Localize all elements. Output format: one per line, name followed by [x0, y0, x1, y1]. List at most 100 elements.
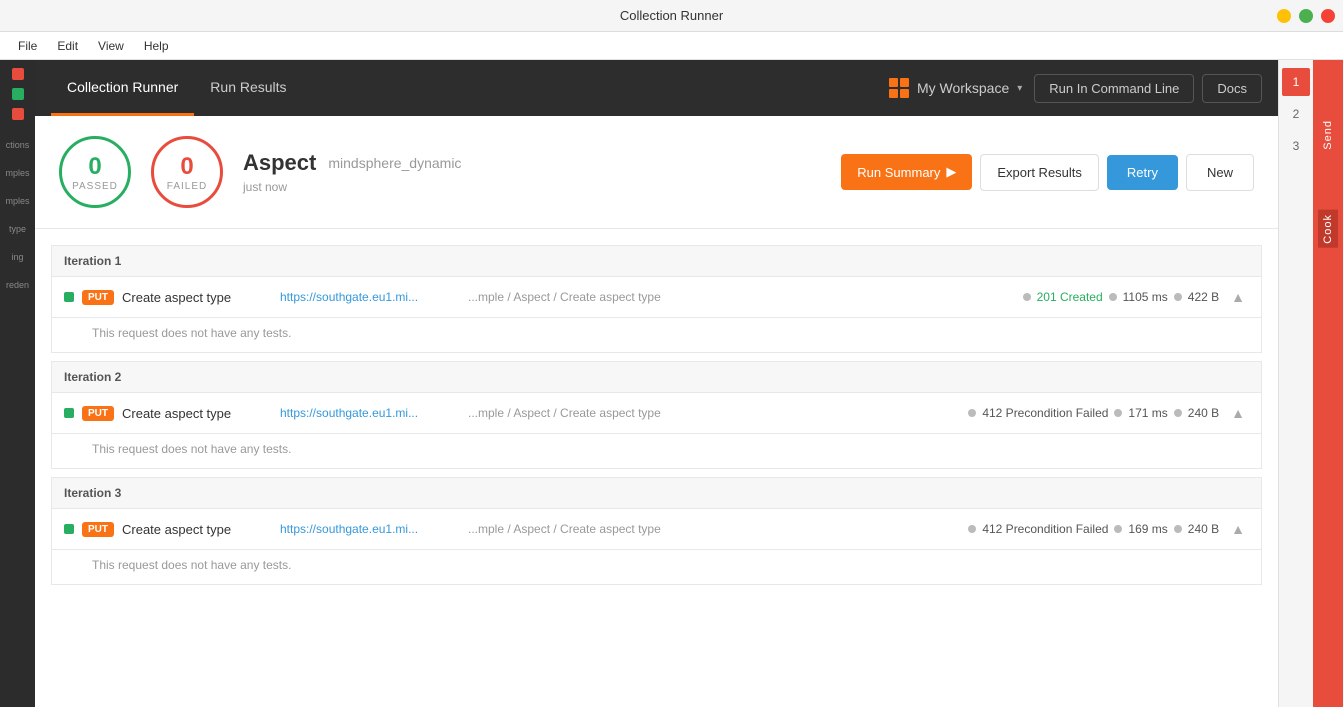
menu-file[interactable]: File	[8, 35, 47, 57]
request-size: 240 B	[1188, 406, 1219, 420]
iteration-header-2: Iteration 2	[51, 361, 1262, 392]
size-indicator	[1174, 409, 1182, 417]
table-row: PUT Create aspect type https://southgate…	[51, 508, 1262, 550]
new-button[interactable]: New	[1186, 154, 1254, 191]
retry-button[interactable]: Retry	[1107, 155, 1178, 190]
time-indicator	[1114, 525, 1122, 533]
sidebar-label-1: ctions	[6, 140, 30, 150]
tab-collection-runner[interactable]: Collection Runner	[51, 60, 194, 116]
collection-name: mindsphere_dynamic	[328, 155, 461, 171]
menu-help[interactable]: Help	[134, 35, 179, 57]
runner-content: 0 PASSED 0 FAILED Aspect mindsphere_dyna…	[35, 116, 1278, 707]
status-indicator	[968, 409, 976, 417]
cookies-label: Cook	[1318, 210, 1338, 248]
window-title: Collection Runner	[620, 8, 723, 23]
time-indicator	[1114, 409, 1122, 417]
menu-bar: File Edit View Help	[0, 32, 1343, 60]
method-badge: PUT	[82, 290, 114, 305]
request-path: ...mple / Aspect / Create aspect type	[468, 290, 1015, 304]
request-size: 240 B	[1188, 522, 1219, 536]
run-summary-button[interactable]: Run Summary ▶	[841, 154, 972, 190]
sidebar-label-5: ing	[11, 252, 23, 262]
request-path: ...mple / Aspect / Create aspect type	[468, 522, 960, 536]
collapse-button[interactable]: ▲	[1227, 519, 1249, 539]
time-indicator	[1109, 293, 1117, 301]
sidebar-label-3: mples	[5, 196, 29, 206]
passed-label: PASSED	[72, 181, 118, 192]
status-dot	[64, 408, 74, 418]
menu-view[interactable]: View	[88, 35, 134, 57]
title-bar: Collection Runner − □ ×	[0, 0, 1343, 32]
request-url[interactable]: https://southgate.eu1.mi...	[280, 290, 460, 304]
workspace-selector[interactable]: My Workspace ▾	[877, 72, 1034, 104]
sidebar-dot-green	[12, 88, 24, 100]
status-indicator	[968, 525, 976, 533]
iteration-section-2: Iteration 2 PUT Create aspect type https…	[51, 361, 1262, 469]
request-meta: 412 Precondition Failed 171 ms 240 B	[968, 406, 1219, 420]
sidebar-label-2: mples	[5, 168, 29, 178]
request-meta: 201 Created 1105 ms 422 B	[1023, 290, 1220, 304]
passed-count: 0	[88, 153, 101, 181]
size-indicator	[1174, 525, 1182, 533]
method-badge: PUT	[82, 406, 114, 421]
iteration-header-3: Iteration 3	[51, 477, 1262, 508]
request-size: 422 B	[1188, 290, 1219, 304]
top-nav: Collection Runner Run Results My Workspa…	[35, 60, 1278, 116]
iterations-container: Iteration 1 PUT Create aspect type https…	[35, 229, 1278, 707]
left-sidebar: ctions mples mples type ing reden	[0, 60, 35, 707]
request-name[interactable]: Create aspect type	[122, 522, 272, 537]
status-text: 201 Created	[1037, 290, 1103, 304]
tab-run-results[interactable]: Run Results	[194, 60, 302, 116]
status-indicator	[1023, 293, 1031, 301]
iteration-num-3[interactable]: 3	[1282, 132, 1310, 160]
main-area: ctions mples mples type ing reden Collec…	[0, 60, 1343, 707]
maximize-button[interactable]: □	[1299, 9, 1313, 23]
sidebar-dot-red2	[12, 108, 24, 120]
run-time: just now	[243, 180, 821, 194]
export-results-button[interactable]: Export Results	[980, 154, 1099, 191]
request-url[interactable]: https://southgate.eu1.mi...	[280, 406, 460, 420]
passed-badge: 0 PASSED	[59, 136, 131, 208]
workspace-chevron-icon: ▾	[1017, 83, 1022, 94]
sidebar-dot-red	[12, 68, 24, 80]
table-row: PUT Create aspect type https://southgate…	[51, 276, 1262, 318]
failed-count: 0	[180, 153, 193, 181]
status-text: 412 Precondition Failed	[982, 406, 1108, 420]
request-path: ...mple / Aspect / Create aspect type	[468, 406, 960, 420]
request-time: 171 ms	[1128, 406, 1167, 420]
aspect-info: Aspect mindsphere_dynamic just now	[243, 150, 821, 194]
right-panel: 1 2 3	[1278, 60, 1313, 707]
close-button[interactable]: ×	[1321, 9, 1335, 23]
header-actions: Run Summary ▶ Export Results Retry New	[841, 154, 1254, 191]
window-wrapper: Collection Runner − □ × File Edit View H…	[0, 0, 1343, 707]
iteration-num-1[interactable]: 1	[1282, 68, 1310, 96]
method-badge: PUT	[82, 522, 114, 537]
aspect-title: Aspect mindsphere_dynamic	[243, 150, 821, 176]
run-in-command-line-button[interactable]: Run In Command Line	[1034, 74, 1194, 103]
workspace-icon	[889, 78, 909, 98]
request-time: 1105 ms	[1123, 290, 1168, 304]
collapse-button[interactable]: ▲	[1227, 403, 1249, 423]
request-name[interactable]: Create aspect type	[122, 406, 272, 421]
no-tests-message: This request does not have any tests.	[51, 434, 1262, 469]
docs-button[interactable]: Docs	[1202, 74, 1262, 103]
minimize-button[interactable]: −	[1277, 9, 1291, 23]
iteration-num-2[interactable]: 2	[1282, 100, 1310, 128]
iteration-header-1: Iteration 1	[51, 245, 1262, 276]
title-bar-controls: − □ ×	[1277, 9, 1335, 23]
request-name[interactable]: Create aspect type	[122, 290, 272, 305]
status-dot	[64, 524, 74, 534]
failed-badge: 0 FAILED	[151, 136, 223, 208]
send-label: Send	[1322, 120, 1334, 150]
sidebar-label-4: type	[9, 224, 26, 234]
collapse-button[interactable]: ▲	[1227, 287, 1249, 307]
iteration-section-1: Iteration 1 PUT Create aspect type https…	[51, 245, 1262, 353]
request-meta: 412 Precondition Failed 169 ms 240 B	[968, 522, 1219, 536]
menu-edit[interactable]: Edit	[47, 35, 88, 57]
failed-label: FAILED	[167, 181, 207, 192]
request-url[interactable]: https://southgate.eu1.mi...	[280, 522, 460, 536]
far-right-panel: Send Cook	[1313, 60, 1343, 707]
summary-header: 0 PASSED 0 FAILED Aspect mindsphere_dyna…	[35, 116, 1278, 229]
size-indicator	[1174, 293, 1182, 301]
table-row: PUT Create aspect type https://southgate…	[51, 392, 1262, 434]
